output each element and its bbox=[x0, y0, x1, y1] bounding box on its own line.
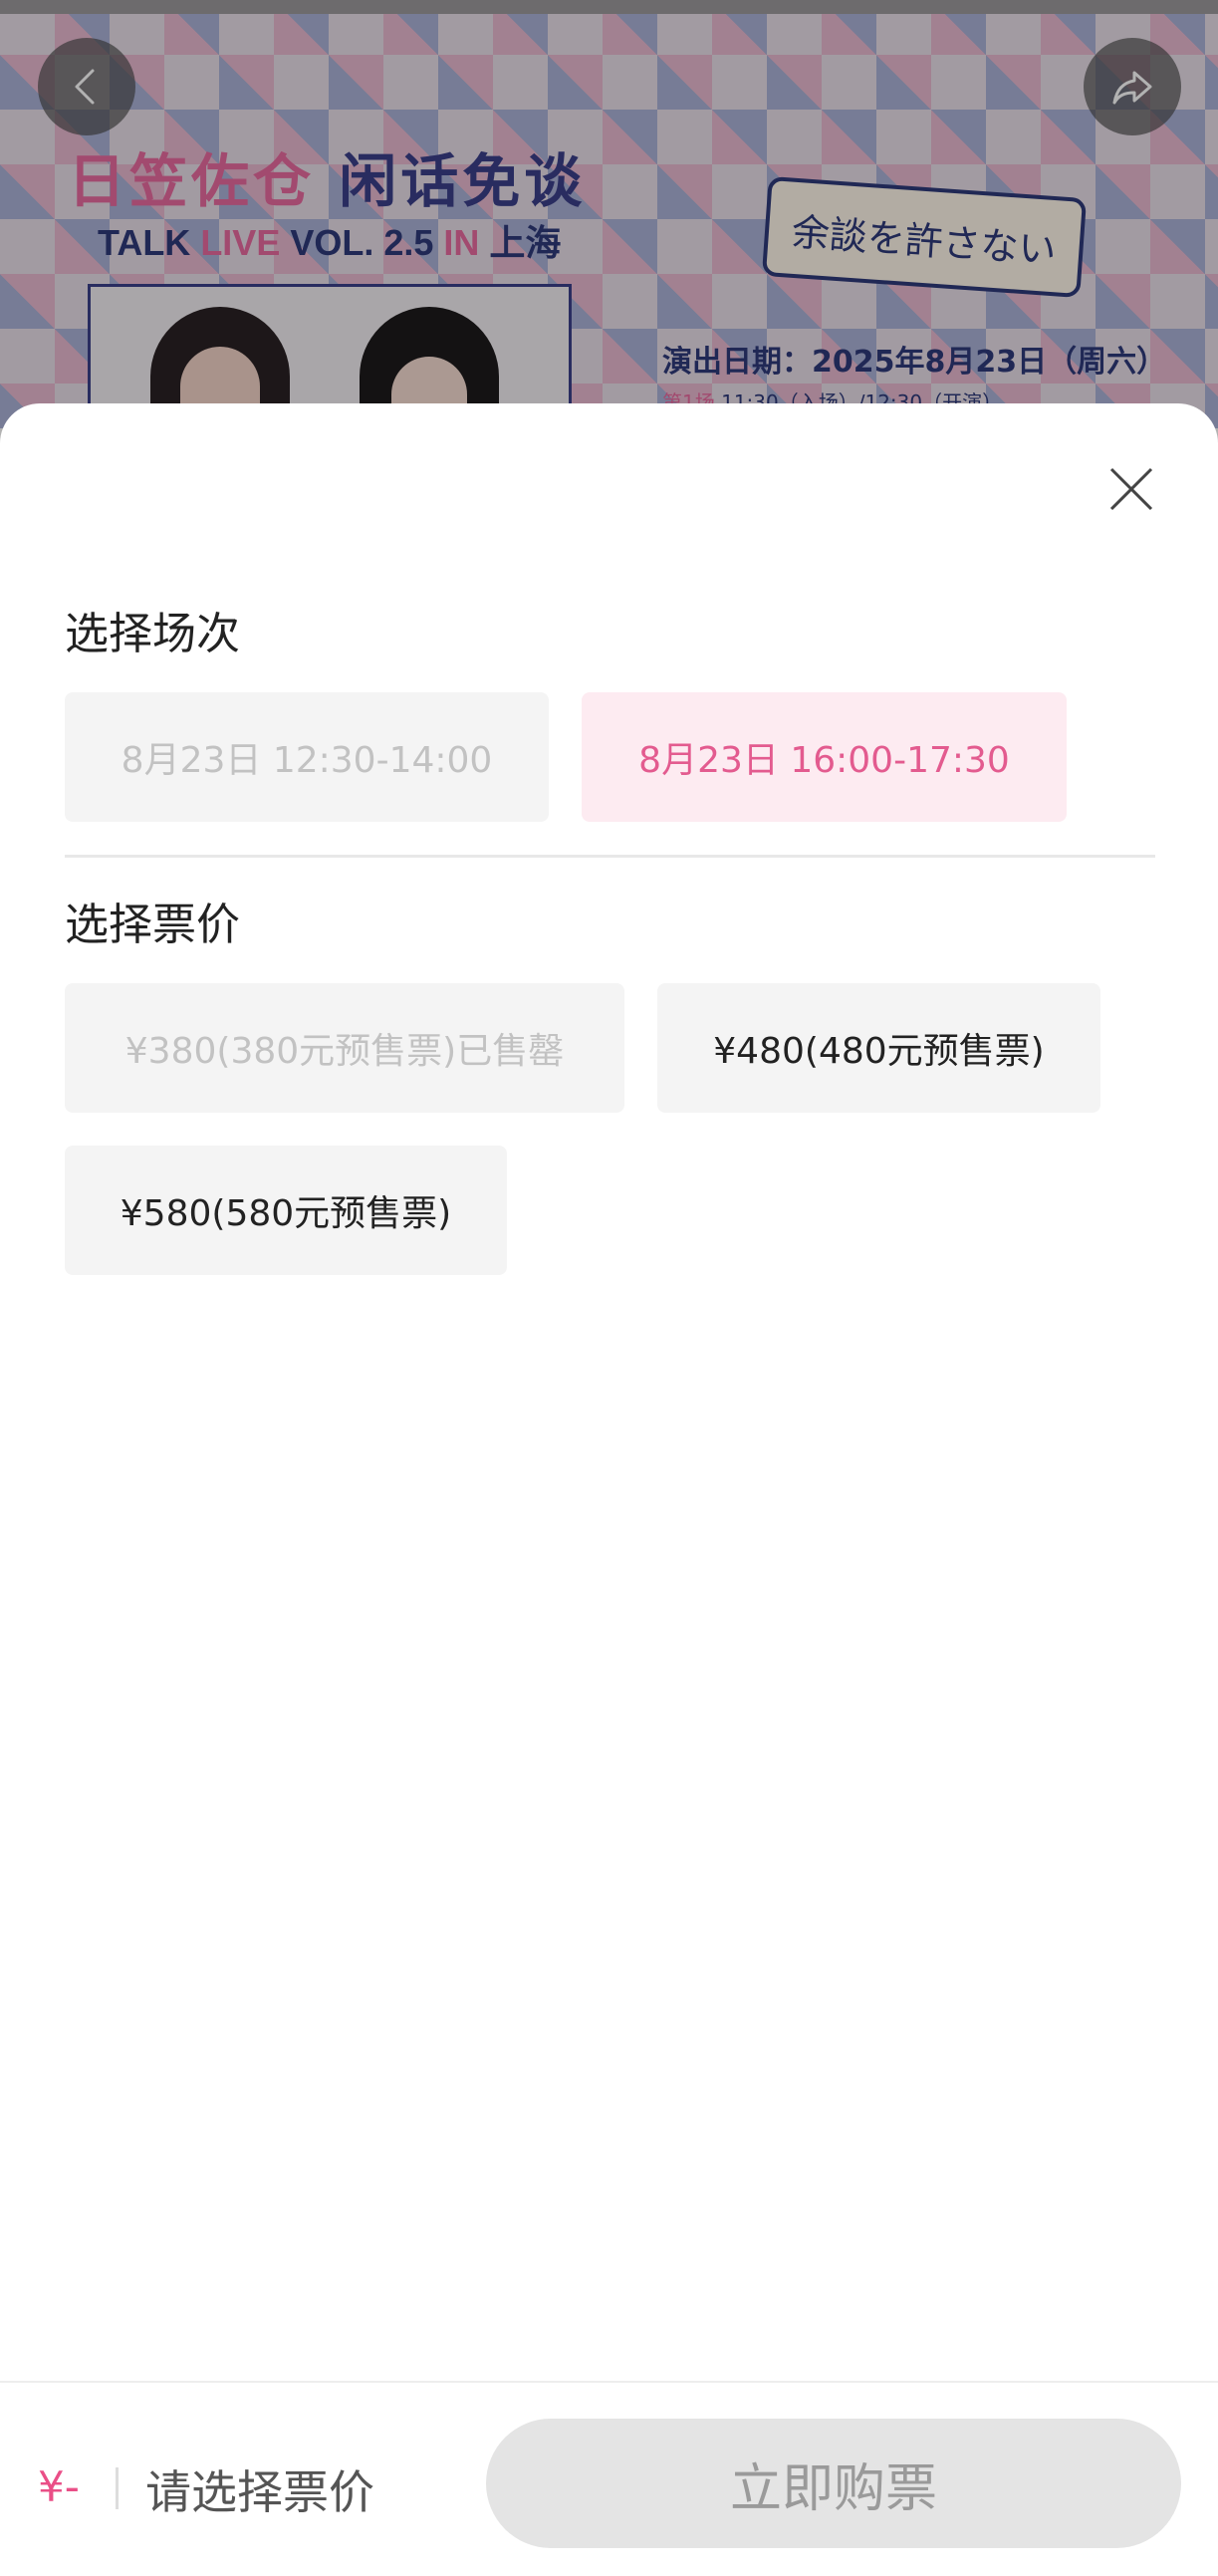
buy-now-button[interactable]: 立即购票 bbox=[486, 2419, 1181, 2548]
close-button[interactable] bbox=[1105, 463, 1157, 515]
ticket-selection-sheet: 选择场次 8月23日 12:30-14:00 8月23日 16:00-17:30… bbox=[0, 403, 1218, 2576]
purchase-footer: ¥- 请选择票价 立即购票 bbox=[0, 2381, 1218, 2576]
price-hint: 请选择票价 bbox=[145, 2465, 374, 2519]
price-option-380[interactable]: ¥380(380元预售票)已售罄 bbox=[65, 983, 624, 1113]
close-icon bbox=[1109, 467, 1153, 511]
price-option-580[interactable]: ¥580(580元预售票) bbox=[65, 1146, 507, 1275]
session-section-title: 选择场次 bbox=[65, 609, 240, 659]
session-option-2[interactable]: 8月23日 16:00-17:30 bbox=[582, 692, 1067, 822]
session-option-1[interactable]: 8月23日 12:30-14:00 bbox=[65, 692, 549, 822]
price-option-480[interactable]: ¥480(480元预售票) bbox=[657, 983, 1100, 1113]
price-section-title: 选择票价 bbox=[65, 900, 240, 950]
footer-separator bbox=[116, 2467, 119, 2509]
section-divider bbox=[65, 855, 1155, 858]
selected-price: ¥- bbox=[38, 2462, 80, 2511]
